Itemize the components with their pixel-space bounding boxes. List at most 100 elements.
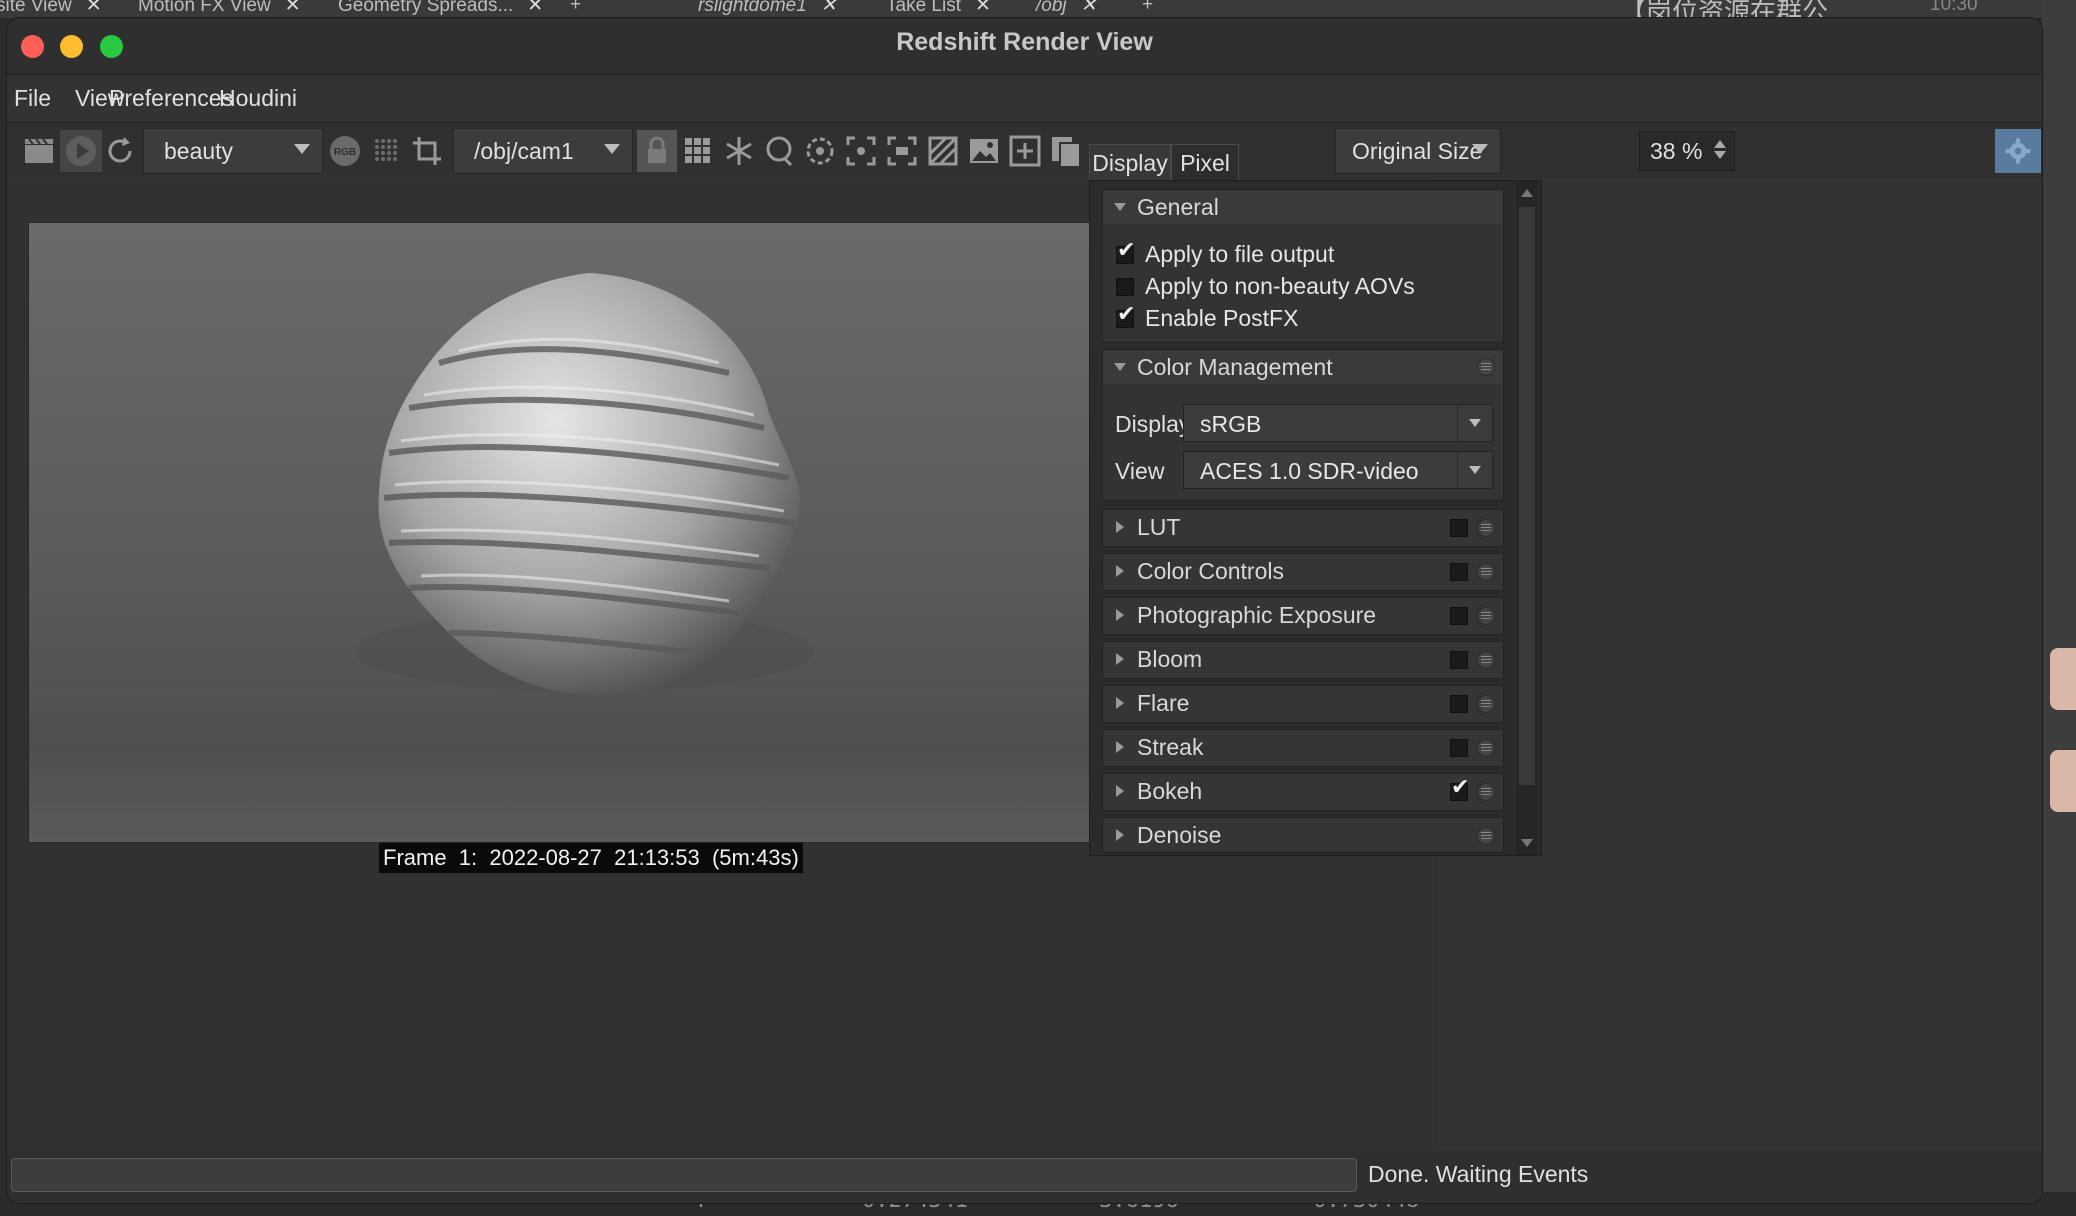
close-icon: ✕ bbox=[85, 0, 102, 16]
lut-enable-checkbox[interactable] bbox=[1450, 519, 1468, 537]
focus-target-icon[interactable] bbox=[800, 131, 840, 171]
close-icon: ✕ bbox=[974, 0, 991, 16]
bloom-enable-checkbox[interactable] bbox=[1450, 651, 1468, 669]
bloom-section[interactable]: Bloom bbox=[1102, 641, 1504, 679]
section-title: General bbox=[1137, 194, 1219, 220]
section-menu-icon[interactable] bbox=[1477, 695, 1495, 713]
panel-body: General Apply to file output Apply to no… bbox=[1089, 180, 1542, 856]
triangle-right-icon bbox=[1116, 521, 1124, 533]
section-title: Streak bbox=[1137, 734, 1204, 760]
camera-select[interactable]: /obj/cam1 bbox=[453, 128, 633, 174]
add-tab-icon: + bbox=[570, 0, 582, 15]
triangle-right-icon bbox=[1116, 785, 1124, 797]
dot-grid-icon[interactable] bbox=[367, 131, 407, 171]
bg-tab-label: Take List bbox=[886, 0, 961, 16]
color-controls-header[interactable]: Color Controls bbox=[1103, 554, 1503, 590]
notification-text: 【岗位资源在群公... bbox=[1620, 0, 1850, 18]
scrollbar-thumb[interactable] bbox=[1519, 207, 1535, 785]
close-icon: ✕ bbox=[284, 0, 301, 16]
streak-section[interactable]: Streak bbox=[1102, 729, 1504, 767]
color-management-header[interactable]: Color Management bbox=[1103, 350, 1503, 384]
render-view-window: Redshift Render View File View Preferenc… bbox=[7, 18, 2042, 1203]
freeze-snowflake-icon[interactable] bbox=[719, 131, 759, 171]
background-side bbox=[2042, 0, 2076, 1216]
section-menu-icon[interactable] bbox=[1477, 563, 1495, 581]
lock-icon[interactable] bbox=[637, 130, 677, 172]
streak-header[interactable]: Streak bbox=[1103, 730, 1503, 766]
section-menu-icon[interactable] bbox=[1477, 358, 1495, 376]
section-menu-icon[interactable] bbox=[1477, 783, 1495, 801]
rgb-channel-icon[interactable]: RGB bbox=[325, 131, 365, 171]
display-select-value: sRGB bbox=[1200, 411, 1262, 437]
tab-pixel[interactable]: Pixel bbox=[1171, 144, 1239, 180]
scroll-down-icon[interactable] bbox=[1521, 839, 1533, 847]
bokeh-section[interactable]: Bokeh bbox=[1102, 773, 1504, 811]
add-snapshot-icon[interactable] bbox=[1005, 131, 1045, 171]
panel-scrollbar[interactable] bbox=[1516, 181, 1538, 855]
checkbox-label: Apply to file output bbox=[1145, 241, 1335, 267]
bg-tab-label: site View bbox=[0, 0, 72, 16]
denoise-section[interactable]: Denoise bbox=[1102, 817, 1504, 853]
chevron-down-icon bbox=[1469, 419, 1481, 427]
flare-section[interactable]: Flare bbox=[1102, 685, 1504, 723]
bloom-header[interactable]: Bloom bbox=[1103, 642, 1503, 678]
copy-icon[interactable] bbox=[1046, 131, 1086, 171]
bg-tab-label: Motion FX View bbox=[138, 0, 271, 16]
bokeh-enable-checkbox[interactable] bbox=[1450, 775, 1469, 801]
avatar bbox=[2050, 648, 2076, 710]
photographic-exposure-header[interactable]: Photographic Exposure bbox=[1103, 598, 1503, 634]
photographic-exposure-section[interactable]: Photographic Exposure bbox=[1102, 597, 1504, 635]
grid-icon[interactable] bbox=[678, 131, 718, 171]
region-render-icon[interactable] bbox=[882, 131, 922, 171]
triangle-right-icon bbox=[1116, 565, 1124, 577]
section-title: Denoise bbox=[1137, 822, 1222, 848]
view-select[interactable]: ACES 1.0 SDR-video bbox=[1183, 451, 1493, 489]
render-play-icon[interactable] bbox=[60, 130, 102, 172]
clapperboard-icon[interactable] bbox=[19, 131, 59, 171]
image-icon[interactable] bbox=[964, 131, 1004, 171]
menu-bar: File View Preferences Houdini bbox=[7, 75, 2042, 123]
flare-header[interactable]: Flare bbox=[1103, 686, 1503, 722]
flare-enable-checkbox[interactable] bbox=[1450, 695, 1468, 713]
bokeh-header[interactable]: Bokeh bbox=[1103, 774, 1503, 810]
photographic-exposure-enable-checkbox[interactable] bbox=[1450, 607, 1468, 625]
bg-tab-label: Geometry Spreads... bbox=[338, 0, 514, 16]
scroll-up-icon[interactable] bbox=[1521, 189, 1533, 197]
chevron-down-icon bbox=[1469, 466, 1481, 474]
section-title: Photographic Exposure bbox=[1137, 602, 1377, 628]
title-bar[interactable]: Redshift Render View bbox=[7, 18, 2042, 75]
render-image[interactable] bbox=[28, 222, 1092, 843]
display-select[interactable]: sRGB bbox=[1183, 404, 1493, 442]
apply-non-beauty-checkbox[interactable] bbox=[1116, 278, 1134, 296]
section-menu-icon[interactable] bbox=[1477, 739, 1495, 757]
lut-header[interactable]: LUT bbox=[1103, 510, 1503, 546]
aov-select[interactable]: beauty bbox=[143, 128, 323, 174]
lut-section[interactable]: LUT bbox=[1102, 509, 1504, 547]
lasso-icon[interactable] bbox=[759, 131, 799, 171]
compare-icon[interactable] bbox=[923, 131, 963, 171]
enable-postfx-checkbox[interactable] bbox=[1116, 302, 1135, 328]
color-controls-section[interactable]: Color Controls bbox=[1102, 553, 1504, 591]
bg-tab: /obj ✕ bbox=[1036, 0, 1097, 17]
bg-tab: Geometry Spreads... ✕ bbox=[338, 0, 543, 17]
menu-file[interactable]: File bbox=[14, 85, 51, 112]
menu-houdini[interactable]: Houdini bbox=[219, 85, 297, 112]
view-select-value: ACES 1.0 SDR-video bbox=[1200, 458, 1419, 484]
color-controls-enable-checkbox[interactable] bbox=[1450, 563, 1468, 581]
section-menu-icon[interactable] bbox=[1477, 827, 1495, 845]
crop-icon[interactable] bbox=[407, 131, 447, 171]
general-section-header[interactable]: General bbox=[1103, 190, 1503, 224]
status-bar: Done. Waiting Events bbox=[7, 1151, 2042, 1203]
streak-enable-checkbox[interactable] bbox=[1450, 739, 1468, 757]
denoise-header[interactable]: Denoise bbox=[1103, 818, 1503, 852]
refresh-icon[interactable] bbox=[100, 131, 140, 171]
display-label: Display bbox=[1115, 411, 1191, 437]
frame-selection-icon[interactable] bbox=[841, 131, 881, 171]
apply-file-output-checkbox[interactable] bbox=[1116, 238, 1135, 264]
menu-preferences[interactable]: Preferences bbox=[109, 85, 233, 112]
triangle-down-icon bbox=[1114, 203, 1126, 211]
section-menu-icon[interactable] bbox=[1477, 519, 1495, 537]
tab-display[interactable]: Display bbox=[1089, 144, 1171, 180]
section-menu-icon[interactable] bbox=[1477, 607, 1495, 625]
section-menu-icon[interactable] bbox=[1477, 651, 1495, 669]
